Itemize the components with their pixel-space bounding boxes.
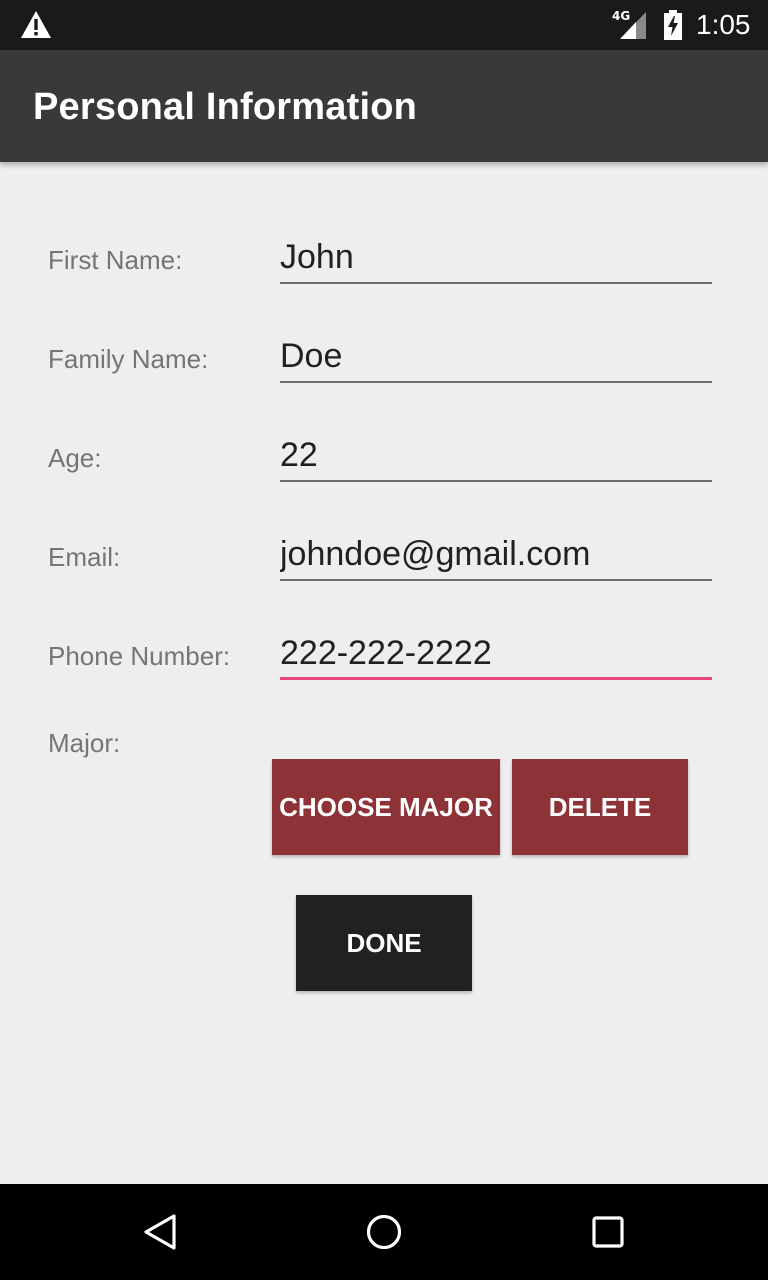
family-name-label: Family Name: [48,344,209,374]
family-name-field[interactable] [280,333,712,383]
status-clock: 1:05 [696,9,751,40]
warning-icon [21,11,51,38]
page-title: Personal Information [33,86,418,128]
phone-number-label: Phone Number: [48,641,231,671]
home-icon[interactable] [364,1212,404,1252]
major-label: Major: [48,728,121,758]
first-name-input[interactable] [280,234,712,280]
first-name-field[interactable] [280,234,712,284]
status-bar: 4G 1:05 [0,0,768,50]
recents-icon[interactable] [588,1212,628,1252]
family-name-input[interactable] [280,333,712,379]
battery-charging-icon [664,10,682,40]
email-input[interactable] [280,531,712,577]
screen: 4G 1:05 Personal Information First Name:… [0,0,768,1280]
network-type-label: 4G [612,9,631,23]
email-field[interactable] [280,531,712,581]
choose-major-button[interactable]: CHOOSE MAJOR [272,759,500,855]
age-label: Age: [48,443,102,473]
age-field[interactable] [280,432,712,482]
phone-number-field[interactable] [280,630,712,680]
back-icon[interactable] [140,1212,180,1252]
done-button[interactable]: DONE [296,895,472,991]
delete-button[interactable]: DELETE [512,759,688,855]
first-name-label: First Name: [48,245,183,275]
app-toolbar: Personal Information [0,50,768,162]
age-input[interactable] [280,432,712,478]
phone-number-input[interactable] [280,630,712,676]
email-label: Email: [48,542,121,572]
